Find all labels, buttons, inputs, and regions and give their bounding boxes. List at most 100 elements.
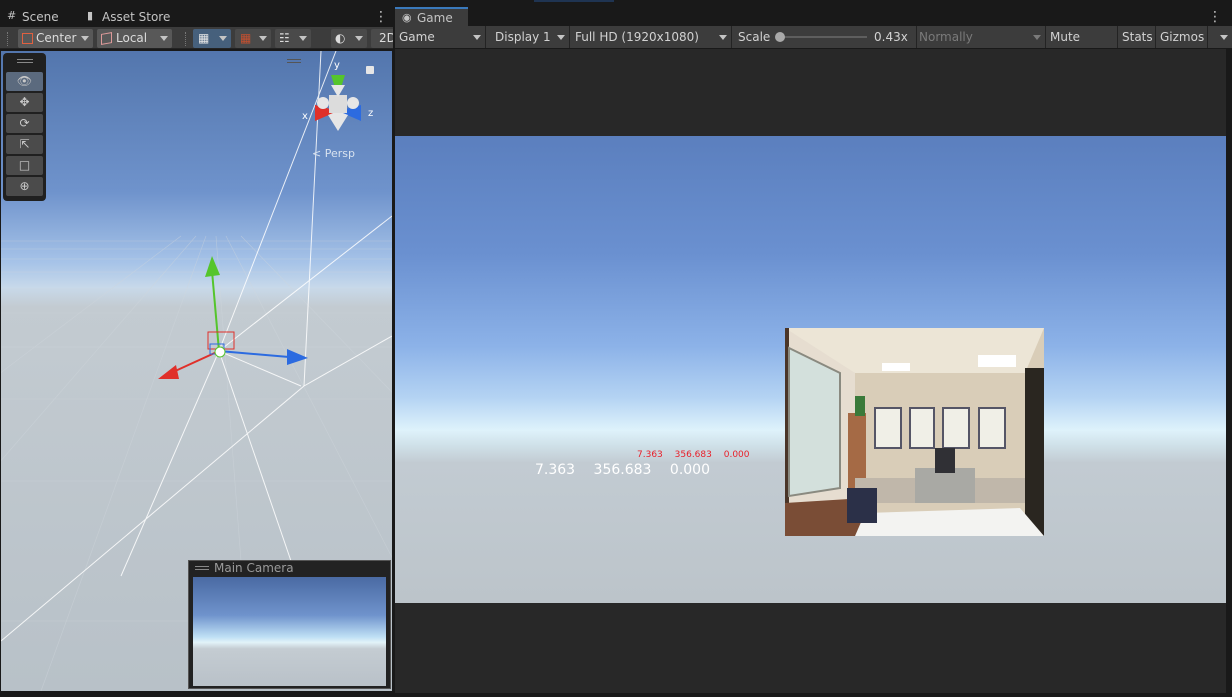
readout-small-value-2: 356.683	[674, 450, 712, 460]
toolbar-grip	[7, 32, 9, 46]
display-label: Display 1	[495, 30, 551, 44]
transform-icon: ⊕	[19, 179, 30, 193]
game-toolbar: Game Display 1 Full HD (1920x1080) Scale…	[395, 26, 1232, 66]
store-bag-icon: ▮	[87, 9, 94, 22]
camera-preview-window: Main Camera	[188, 560, 391, 689]
tab-scene-label: Scene	[22, 10, 59, 24]
shading-mode-button[interactable]: ◐	[331, 29, 367, 48]
readout-small-value-3: 0.000	[723, 450, 750, 460]
mute-audio-toggle[interactable]: Mute Audio	[1046, 26, 1118, 66]
rect-tool-button[interactable]: □	[6, 156, 43, 175]
chevron-down-icon	[219, 36, 227, 41]
stats-toggle[interactable]: Stats	[1118, 26, 1156, 48]
readout-large: 7.363 356.683 0.000	[535, 462, 710, 478]
play-focus-label: Normally	[919, 30, 973, 44]
game-menu-icon[interactable]: ⋮	[1208, 10, 1222, 24]
pivot-label: Center	[36, 31, 77, 45]
scale-slider-track[interactable]	[779, 36, 867, 38]
readout-large-value-2: 356.683	[593, 462, 652, 478]
pivot-dropdown[interactable]: Center	[18, 29, 93, 48]
view-tool-button[interactable]: 👁	[6, 72, 43, 91]
readout-small: 7.363 356.683 0.000	[637, 450, 750, 460]
gizmos-dropdown[interactable]	[1208, 26, 1232, 48]
projection-label: Persp	[324, 147, 355, 160]
space-label: Local	[116, 31, 148, 45]
grid-visibility-button[interactable]: ☷	[275, 29, 311, 48]
2d-toggle-button[interactable]: 2D	[371, 29, 396, 48]
space-dropdown[interactable]: Local	[97, 29, 172, 48]
game-tabbar: ◉ Game ⋮	[395, 7, 1232, 27]
readout-small-value-1: 7.363	[637, 450, 663, 460]
gizmo-z-label: z	[368, 108, 374, 119]
grid-icon: #	[7, 9, 17, 22]
preview-grip-icon[interactable]	[195, 566, 209, 570]
scale-control: Scale 0.43x	[732, 26, 917, 48]
rotate-tool-button[interactable]: ⟳	[6, 114, 43, 133]
move-gizmo	[158, 256, 308, 379]
gizmo-y-label: y	[334, 60, 340, 71]
pivot-center-icon	[22, 33, 33, 44]
scale-label: Scale	[738, 30, 771, 44]
camera-preview-title: Main Camera	[214, 561, 294, 575]
sphere-shading-icon: ◐	[335, 31, 346, 45]
scale-value: 0.43x	[874, 30, 908, 44]
scene-tabbar: # Scene ▮ Asset Store ⋮	[0, 7, 393, 27]
tab-asset-store[interactable]: ▮ Asset Store	[80, 7, 190, 27]
top-accent-bar	[534, 0, 614, 2]
chevron-down-icon	[473, 35, 481, 40]
chevron-down-icon	[160, 36, 168, 41]
lock-icon[interactable]	[366, 66, 374, 74]
scale-tool-button[interactable]: ⇱	[6, 135, 43, 154]
grid-snap-icon: ▦	[198, 31, 210, 45]
gizmos-toggle[interactable]: Gizmos	[1156, 26, 1208, 48]
tab-scene[interactable]: # Scene	[0, 7, 80, 27]
camera-feed-image	[785, 328, 1044, 536]
tools-overlay: 👁 ✥ ⟳ ⇱ □ ⊕	[3, 53, 46, 201]
scene-menu-icon[interactable]: ⋮	[374, 10, 388, 24]
chevron-down-icon	[355, 36, 363, 41]
scale-icon: ⇱	[19, 137, 30, 151]
increment-snap-button[interactable]: ▦	[235, 29, 271, 48]
chevron-down-icon	[1220, 35, 1228, 40]
rect-icon: □	[18, 158, 31, 172]
view-mode-dropdown[interactable]: Game	[395, 26, 486, 48]
gizmo-x-label: x	[302, 111, 308, 122]
grid-lines-icon: ☷	[279, 31, 290, 45]
scale-slider-thumb[interactable]	[775, 32, 785, 42]
tab-game-label: Game	[417, 11, 453, 25]
chevron-down-icon	[259, 36, 267, 41]
toolbar-separator	[185, 32, 187, 46]
gamepad-icon: ◉	[402, 11, 412, 24]
overlay-grip-icon[interactable]	[17, 59, 33, 63]
camera-preview-image	[193, 577, 386, 686]
projection-arrow-icon: <	[312, 147, 322, 160]
grid-snap-button[interactable]: ▦	[193, 29, 231, 48]
eye-icon: 👁	[16, 74, 33, 88]
scene-toolbar: Center Local ▦ ▦ ☷ ◐ 2D	[0, 27, 396, 49]
move-tool-button[interactable]: ✥	[6, 93, 43, 112]
readout-large-value-3: 0.000	[669, 462, 710, 478]
rotate-icon: ⟳	[19, 116, 30, 130]
cube-icon	[101, 32, 112, 45]
tab-game[interactable]: ◉ Game	[395, 7, 468, 27]
chevron-down-icon	[1033, 35, 1041, 40]
readout-large-value-1: 7.363	[535, 462, 576, 478]
transform-tool-button[interactable]: ⊕	[6, 177, 43, 196]
chevron-down-icon	[557, 35, 565, 40]
stats-label: Stats	[1122, 30, 1153, 44]
tab-asset-store-label: Asset Store	[102, 10, 171, 24]
projection-toggle[interactable]: < Persp	[312, 147, 355, 160]
resolution-label: Full HD (1920x1080)	[575, 30, 699, 44]
display-dropdown[interactable]: Display 1	[486, 26, 570, 48]
camera-feed-drawing	[785, 328, 1044, 536]
gizmos-label: Gizmos	[1160, 30, 1205, 44]
overlay-menu-icon[interactable]	[287, 59, 301, 63]
snap-grid-icon: ▦	[240, 31, 252, 45]
scene-panel: # Scene ▮ Asset Store ⋮ Center Local ▦ ▦	[0, 0, 396, 697]
move-arrows-icon: ✥	[19, 95, 30, 109]
chevron-down-icon	[719, 35, 727, 40]
chevron-down-icon	[81, 36, 89, 41]
play-focus-dropdown[interactable]: Normally	[917, 26, 1046, 48]
chevron-down-icon	[299, 36, 307, 41]
resolution-dropdown[interactable]: Full HD (1920x1080)	[570, 26, 732, 48]
